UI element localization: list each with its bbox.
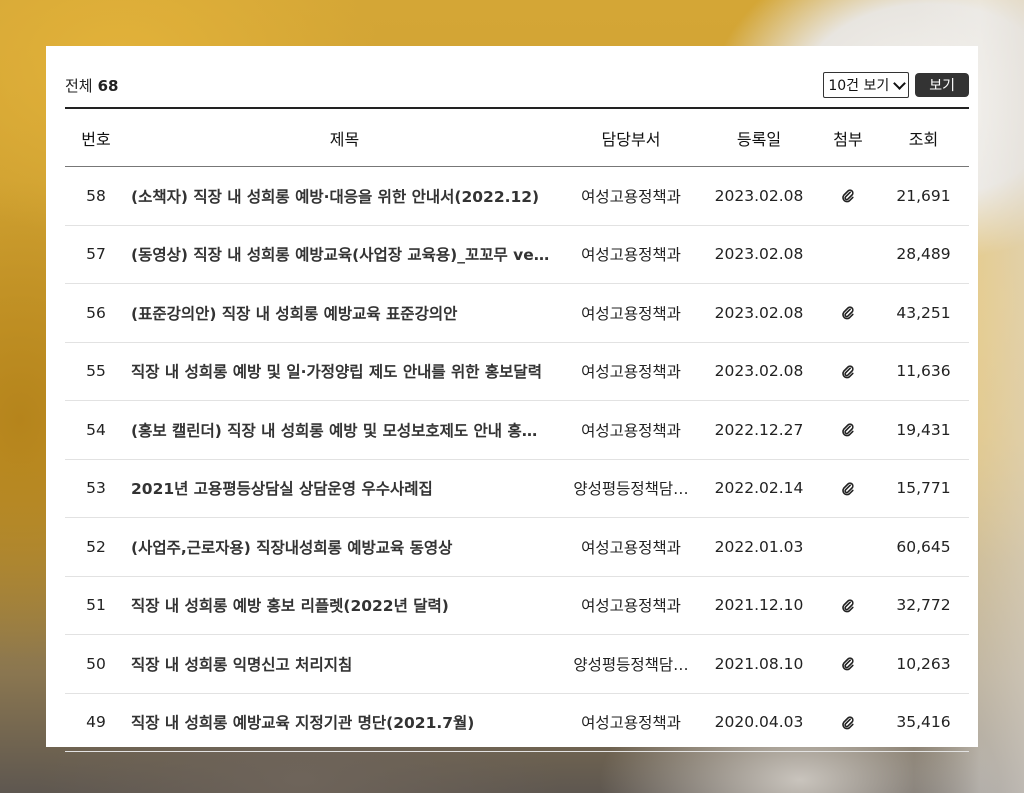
row-title-link[interactable]: 직장 내 성희롱 예방 홍보 리플렛(2022년 달력) <box>127 576 562 635</box>
table-row[interactable]: 58 (소책자) 직장 내 성희롱 예방·대응을 위한 안내서(2022.12) 여… <box>65 167 969 226</box>
table-row[interactable]: 53 2021년 고용평등상담실 상담운영 우수사례집 양성평등정책담… 2022.0… <box>65 459 969 518</box>
row-department: 여성고용정책과 <box>581 304 681 323</box>
paperclip-icon[interactable] <box>842 482 854 496</box>
paperclip-icon[interactable] <box>842 599 854 613</box>
row-title-link[interactable]: 직장 내 성희롱 익명신고 처리지침 <box>127 635 562 694</box>
chevron-down-icon <box>893 76 907 90</box>
view-button[interactable]: 보기 <box>915 73 969 97</box>
row-attachment <box>818 518 878 577</box>
row-views: 15,771 <box>896 479 951 498</box>
row-attachment <box>818 342 878 401</box>
table-row[interactable]: 57 (동영상) 직장 내 성희롱 예방교육(사업장 교육용)_꼬꼬무 ve… 여성… <box>65 225 969 284</box>
column-header-views: 조회 <box>908 129 939 149</box>
row-attachment <box>818 284 878 343</box>
table-row[interactable]: 52 (사업주,근로자용) 직장내성희롱 예방교육 동영상 여성고용정책과 2022.… <box>65 518 969 577</box>
column-header-department: 담당부서 <box>601 129 661 149</box>
total-count-value: 68 <box>97 76 119 95</box>
board-table: 번호 제목 담당부서 등록일 첨부 조회 58 (소책자) 직장 내 성희롱 예방… <box>65 107 969 752</box>
row-views: 35,416 <box>896 713 951 732</box>
row-views: 19,431 <box>896 420 951 439</box>
row-title-link[interactable]: (홍보 캘린더) 직장 내 성희롱 예방 및 모성보호제도 안내 홍… <box>127 401 562 460</box>
total-count: 전체 68 <box>65 75 118 96</box>
row-department: 양성평등정책담… <box>573 480 689 499</box>
table-row[interactable]: 56 (표준강의안) 직장 내 성희롱 예방교육 표준강의안 여성고용정책과 2023… <box>65 284 969 343</box>
row-date: 2022.02.14 <box>714 479 804 498</box>
row-views: 11,636 <box>896 362 951 381</box>
row-date: 2023.02.08 <box>714 303 804 322</box>
row-views: 32,772 <box>896 596 951 615</box>
row-date: 2022.12.27 <box>714 420 804 439</box>
row-date: 2020.04.03 <box>714 713 804 732</box>
row-number: 58 <box>86 186 106 205</box>
row-views: 10,263 <box>896 654 951 673</box>
table-row[interactable]: 49 직장 내 성희롱 예방교육 지정기관 명단(2021.7월) 여성고용정책과 2… <box>65 693 969 752</box>
row-date: 2021.08.10 <box>714 654 804 673</box>
row-number: 52 <box>86 537 106 556</box>
row-date: 2021.12.10 <box>714 596 804 615</box>
row-attachment <box>818 167 878 226</box>
row-title-link[interactable]: (사업주,근로자용) 직장내성희롱 예방교육 동영상 <box>127 518 562 577</box>
row-department: 여성고용정책과 <box>581 714 681 733</box>
row-views: 21,691 <box>896 186 951 205</box>
row-date: 2023.02.08 <box>714 186 804 205</box>
page: 전체 68 10건 보기 보기 번호 제목 담당부서 등록일 첨부 조회 58 … <box>0 0 1024 793</box>
row-date: 2022.01.03 <box>714 537 804 556</box>
board-panel: 전체 68 10건 보기 보기 번호 제목 담당부서 등록일 첨부 조회 58 … <box>46 46 978 752</box>
paperclip-icon[interactable] <box>842 423 854 437</box>
board-toolbar: 전체 68 10건 보기 보기 <box>65 72 969 98</box>
row-attachment <box>818 401 878 460</box>
row-department: 양성평등정책담… <box>573 655 689 674</box>
row-number: 55 <box>86 362 106 381</box>
table-row[interactable]: 51 직장 내 성희롱 예방 홍보 리플렛(2022년 달력) 여성고용정책과 202… <box>65 576 969 635</box>
row-number: 54 <box>86 420 106 439</box>
row-attachment <box>818 459 878 518</box>
column-header-title: 제목 <box>329 129 360 149</box>
row-views: 60,645 <box>896 537 951 556</box>
total-label: 전체 <box>65 76 93 95</box>
page-size-select[interactable]: 10건 보기 <box>823 72 910 98</box>
row-number: 49 <box>86 713 106 732</box>
row-date: 2023.02.08 <box>714 245 804 264</box>
list-controls: 10건 보기 보기 <box>823 72 969 98</box>
page-size-value: 10건 보기 <box>828 78 890 94</box>
table-row[interactable]: 54 (홍보 캘린더) 직장 내 성희롱 예방 및 모성보호제도 안내 홍… 여성고… <box>65 401 969 460</box>
table-body: 58 (소책자) 직장 내 성희롱 예방·대응을 위한 안내서(2022.12) 여… <box>65 167 969 752</box>
row-attachment <box>818 576 878 635</box>
row-department: 여성고용정책과 <box>581 187 681 206</box>
row-department: 여성고용정책과 <box>581 246 681 265</box>
table-row[interactable]: 50 직장 내 성희롱 익명신고 처리지침 양성평등정책담… 2021.08.10 10… <box>65 635 969 694</box>
row-title-link[interactable]: 직장 내 성희롱 예방 및 일·가정양립 제도 안내를 위한 홍보달력 <box>127 342 562 401</box>
row-number: 51 <box>86 596 106 615</box>
row-department: 여성고용정책과 <box>581 421 681 440</box>
paperclip-icon[interactable] <box>842 189 854 203</box>
row-title-link[interactable]: (표준강의안) 직장 내 성희롱 예방교육 표준강의안 <box>127 284 562 343</box>
row-number: 53 <box>86 479 106 498</box>
row-number: 57 <box>86 245 106 264</box>
row-title-link[interactable]: (소책자) 직장 내 성희롱 예방·대응을 위한 안내서(2022.12) <box>127 167 562 226</box>
paperclip-icon[interactable] <box>842 716 854 730</box>
row-views: 28,489 <box>896 245 951 264</box>
row-title-link[interactable]: 2021년 고용평등상담실 상담운영 우수사례집 <box>127 459 562 518</box>
row-attachment <box>818 225 878 284</box>
paperclip-icon[interactable] <box>842 306 854 320</box>
row-attachment <box>818 635 878 694</box>
row-department: 여성고용정책과 <box>581 363 681 382</box>
table-header: 번호 제목 담당부서 등록일 첨부 조회 <box>65 108 969 167</box>
column-header-attachment: 첨부 <box>833 129 863 149</box>
row-department: 여성고용정책과 <box>581 538 681 557</box>
paperclip-icon[interactable] <box>842 657 854 671</box>
table-row[interactable]: 55 직장 내 성희롱 예방 및 일·가정양립 제도 안내를 위한 홍보달력 여성고… <box>65 342 969 401</box>
row-attachment <box>818 693 878 752</box>
row-number: 56 <box>86 303 106 322</box>
row-department: 여성고용정책과 <box>581 597 681 616</box>
row-title-link[interactable]: (동영상) 직장 내 성희롱 예방교육(사업장 교육용)_꼬꼬무 ve… <box>127 225 562 284</box>
row-title-link[interactable]: 직장 내 성희롱 예방교육 지정기관 명단(2021.7월) <box>127 693 562 752</box>
column-header-number: 번호 <box>81 129 111 149</box>
row-views: 43,251 <box>896 303 951 322</box>
row-number: 50 <box>86 654 106 673</box>
column-header-date: 등록일 <box>736 129 782 149</box>
paperclip-icon[interactable] <box>842 365 854 379</box>
row-date: 2023.02.08 <box>714 362 804 381</box>
